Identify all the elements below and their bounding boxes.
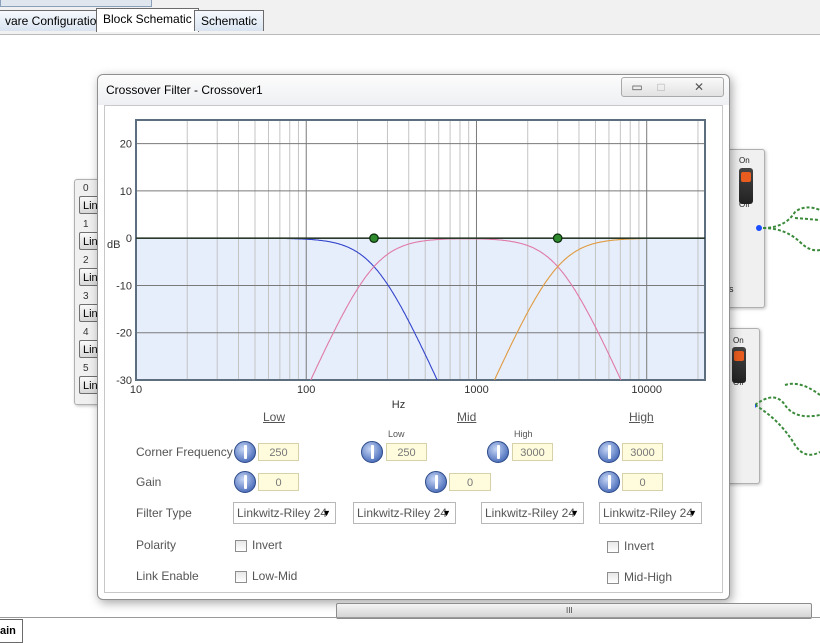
tab-block-schematic[interactable]: Block Schematic <box>96 8 199 32</box>
x-tick-label: 10 <box>130 384 142 396</box>
mid-high-corner-field[interactable]: 3000 <box>512 443 553 461</box>
toolbar-edge <box>0 0 152 7</box>
gain-label: Gain <box>136 475 162 489</box>
low-corner-knob[interactable] <box>234 441 256 463</box>
minimize-button[interactable]: ▭ <box>626 78 648 96</box>
link-low-mid-label: Low-Mid <box>252 569 298 583</box>
chevron-down-icon: ▼ <box>322 508 331 518</box>
high-filter-type-select[interactable]: Linkwitz-Riley 24 ▼ <box>599 502 702 524</box>
low-gain-field[interactable]: 0 <box>258 473 299 491</box>
band-header-high[interactable]: High <box>629 410 654 424</box>
schematic-wires <box>755 206 820 456</box>
close-icon: ✕ <box>693 80 705 94</box>
y-tick-label: -20 <box>116 328 132 340</box>
high-corner-field[interactable]: 3000 <box>622 443 663 461</box>
low-invert-checkbox[interactable] <box>235 540 247 552</box>
mid-high-corner-knob[interactable] <box>487 441 509 463</box>
toggle-knob <box>741 172 751 182</box>
channel-number: 1 <box>83 219 89 230</box>
window-title: Crossover Filter - Crossover1 <box>106 83 263 97</box>
crossover-handle[interactable] <box>369 233 379 243</box>
high-gain-field[interactable]: 0 <box>622 473 663 491</box>
channel-0-button[interactable]: Lin <box>79 196 99 214</box>
link-mid-high-label: Mid-High <box>624 570 673 584</box>
corner-frequency-label: Corner Frequency <box>136 445 233 459</box>
channel-number: 3 <box>83 291 89 302</box>
plot-background <box>136 120 705 380</box>
y-tick-label: -10 <box>116 280 132 292</box>
channel-number: 4 <box>83 327 89 338</box>
power-toggle-switch[interactable] <box>739 168 753 204</box>
polarity-label: Polarity <box>136 538 177 552</box>
crossover-handle[interactable] <box>552 233 563 243</box>
mid-gain-knob[interactable] <box>425 471 447 493</box>
mid-high-sublabel: High <box>514 429 533 439</box>
channel-number: 0 <box>83 183 89 194</box>
high-invert-checkbox[interactable] <box>607 541 619 553</box>
channel-3-button[interactable]: Lin <box>79 304 99 322</box>
minimize-icon: ▭ <box>631 80 643 94</box>
toggle-knob <box>734 351 744 361</box>
tab-hardware-configuration[interactable]: vare Configuration <box>0 10 111 31</box>
frequency-response-chart[interactable]: 20100-10-20-3010 100 1000 10000 Hz dB <box>105 106 722 411</box>
chevron-down-icon: ▼ <box>570 508 579 518</box>
high-corner-knob[interactable] <box>598 441 620 463</box>
mid-high-filter-type-select[interactable]: Linkwitz-Riley 24 ▼ <box>481 502 584 524</box>
x-tick-label: 10000 <box>631 384 662 396</box>
band-header-mid[interactable]: Mid <box>457 410 476 424</box>
channel-4-button[interactable]: Lin <box>79 340 99 358</box>
tab-schematic[interactable]: Schematic <box>194 10 265 31</box>
link-enable-label: Link Enable <box>136 569 199 583</box>
channel-5-button[interactable]: Lin <box>79 376 99 394</box>
mid-low-corner-knob[interactable] <box>361 441 383 463</box>
crossover-content: 20 10 0 -10 -20 -30 10 100 1000 10000 Hz dB Low M… <box>104 105 723 593</box>
x-axis-label: Hz <box>392 399 405 411</box>
x-tick-label: 1000 <box>464 384 488 396</box>
low-corner-field[interactable]: 250 <box>258 443 299 461</box>
crossover-filter-window: Crossover Filter - Crossover1 ▭ □ ✕ 20 10… <box>97 74 730 600</box>
maximize-icon: □ <box>657 80 665 94</box>
document-tab-strip: vare Configuration Block Schematic Schem… <box>0 0 820 35</box>
high-invert-label: Invert <box>624 539 655 553</box>
mid-low-corner-field[interactable]: 250 <box>386 443 427 461</box>
link-mid-high-checkbox[interactable] <box>607 572 619 584</box>
plot-below-zero-fill <box>136 238 705 380</box>
y-tick-label: 10 <box>120 186 132 198</box>
filter-type-label: Filter Type <box>136 506 192 520</box>
high-gain-knob[interactable] <box>598 471 620 493</box>
channel-2-button[interactable]: Lin <box>79 268 99 286</box>
low-filter-type-select[interactable]: Linkwitz-Riley 24 ▼ <box>233 502 336 524</box>
close-button[interactable]: ✕ <box>684 78 714 96</box>
y-axis-label: dB <box>107 239 120 251</box>
channel-number: 2 <box>83 255 89 266</box>
mid-gain-field[interactable]: 0 <box>449 473 491 491</box>
maximize-button[interactable]: □ <box>650 78 672 96</box>
scrollbar-grip: III <box>566 606 573 615</box>
link-low-mid-checkbox[interactable] <box>235 571 247 583</box>
y-tick-label: 20 <box>120 139 132 151</box>
channel-1-button[interactable]: Lin <box>79 232 99 250</box>
y-tick-label: 0 <box>126 233 132 245</box>
mid-low-sublabel: Low <box>388 429 405 439</box>
band-header-low[interactable]: Low <box>263 410 285 424</box>
channel-number: 5 <box>83 363 89 374</box>
chevron-down-icon: ▼ <box>442 508 451 518</box>
divider <box>0 617 820 618</box>
low-invert-label: Invert <box>252 538 283 552</box>
window-controls: ▭ □ ✕ <box>621 77 724 97</box>
window-titlebar[interactable]: Crossover Filter - Crossover1 ▭ □ ✕ <box>98 75 729 105</box>
x-tick-label: 100 <box>297 384 315 396</box>
chevron-down-icon: ▼ <box>688 508 697 518</box>
bottom-tab-main[interactable]: ain <box>0 619 23 643</box>
low-gain-knob[interactable] <box>234 471 256 493</box>
mid-low-filter-type-select[interactable]: Linkwitz-Riley 24 ▼ <box>353 502 456 524</box>
